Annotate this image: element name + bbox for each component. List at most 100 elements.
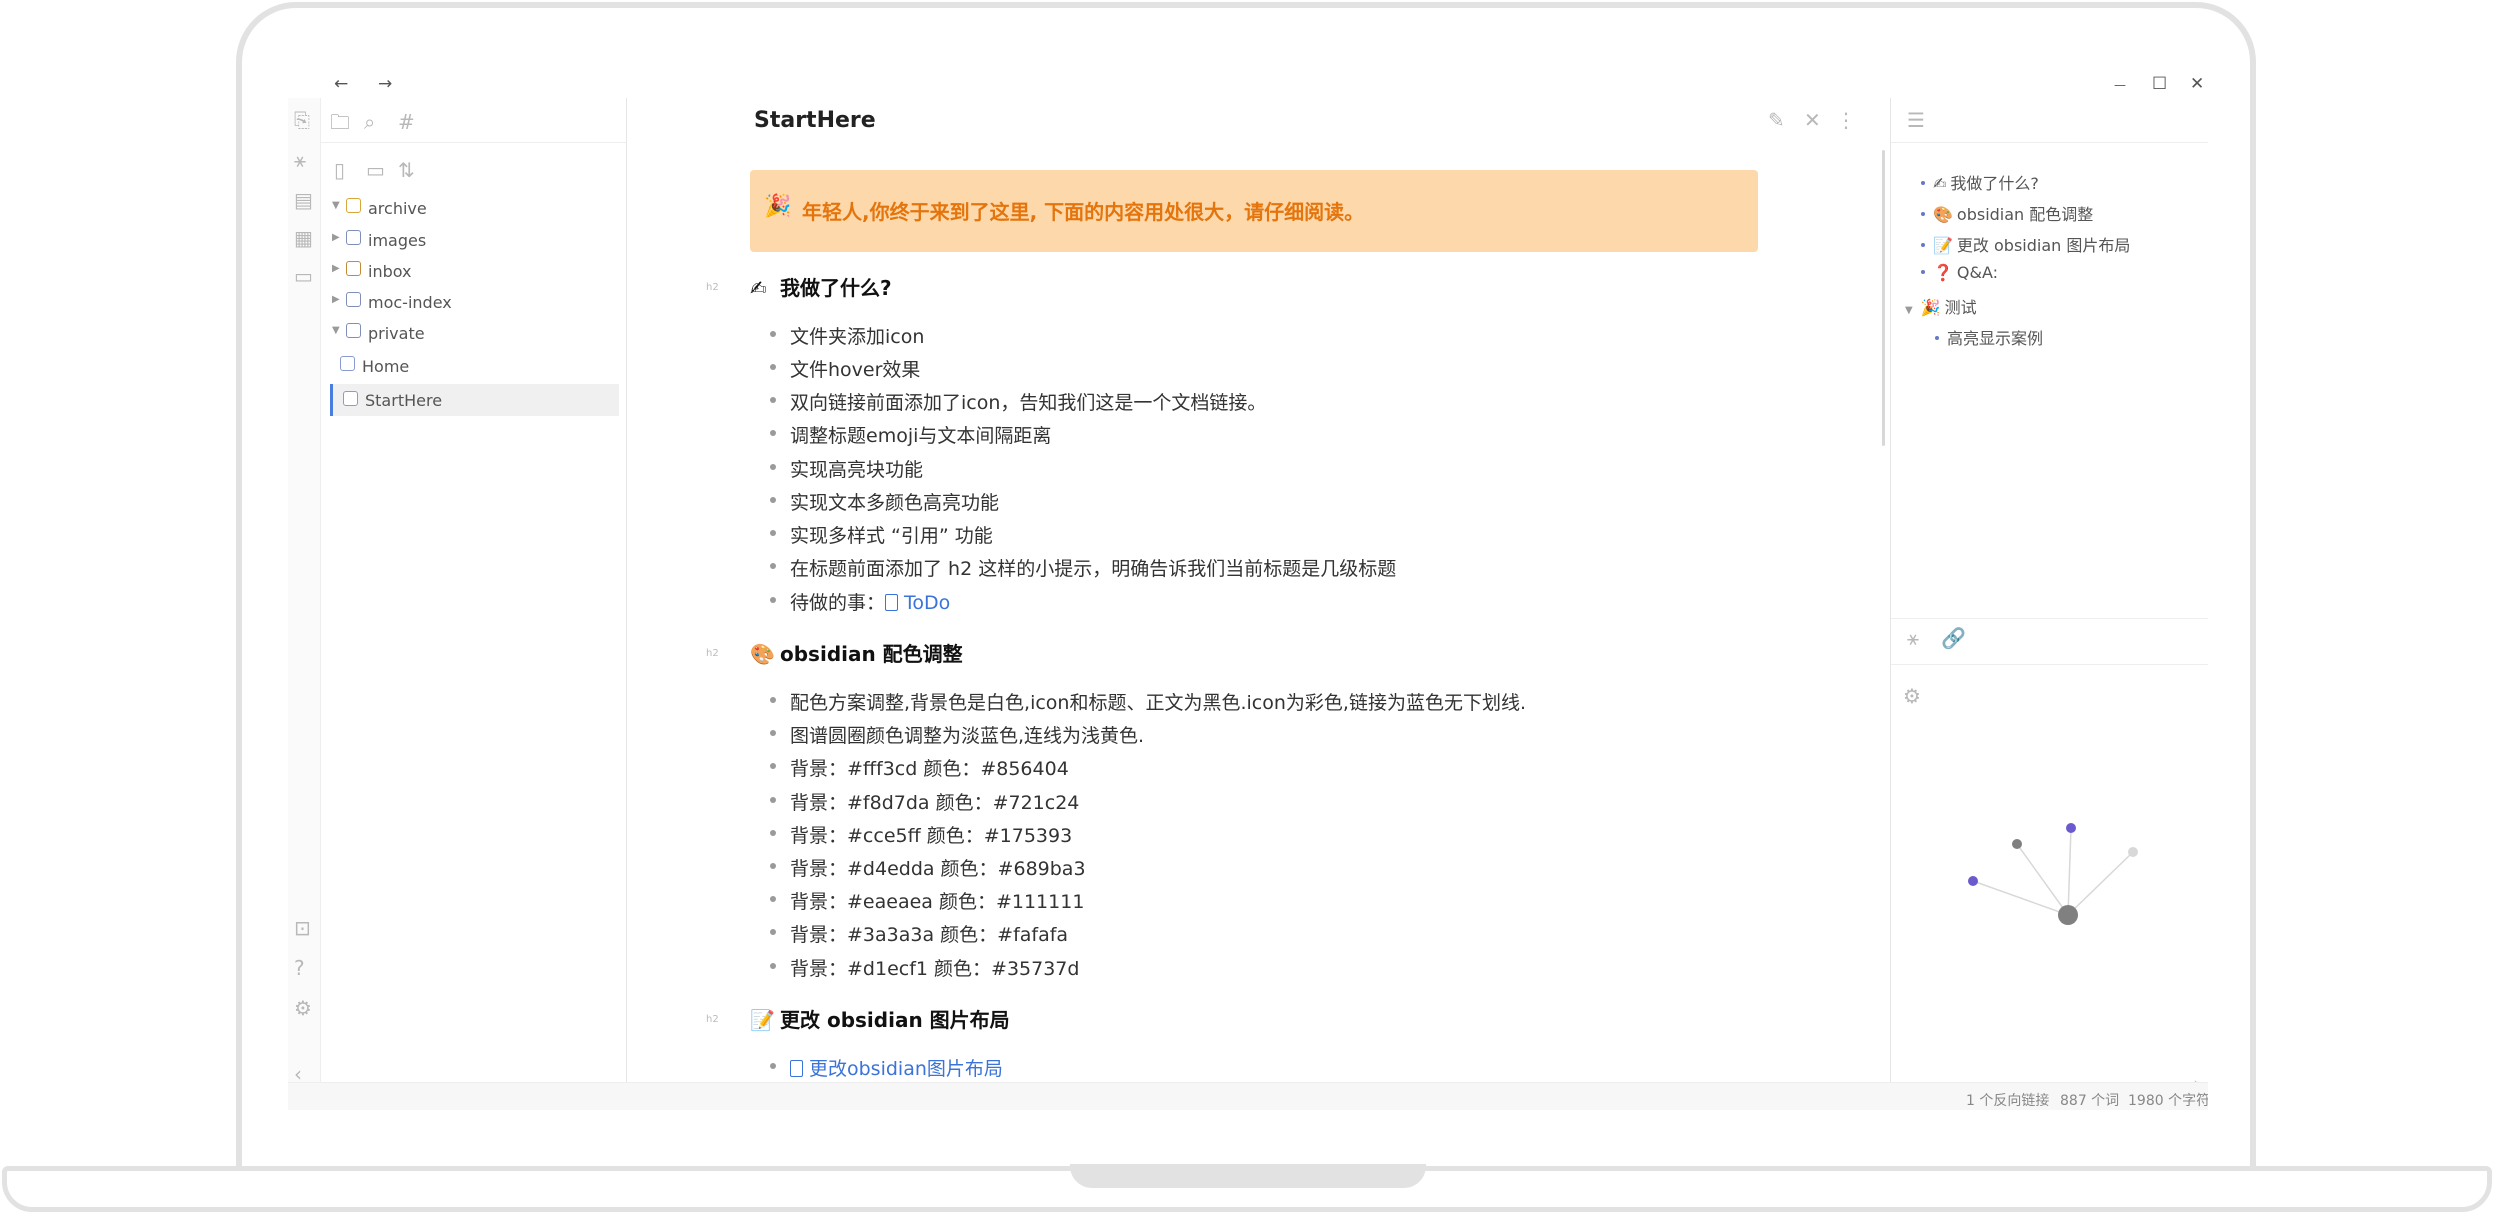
word-count: 887 个词 (2060, 1093, 2120, 1109)
outline-item[interactable]: 🎨 obsidian 配色调整 (1921, 201, 2093, 225)
link-text[interactable]: ToDo (904, 592, 950, 614)
note-icon (340, 356, 355, 371)
close-window-button[interactable]: ✕ (2190, 74, 2204, 94)
folder-icon[interactable]: 🗀 (330, 112, 350, 132)
settings-gear-icon[interactable]: ⚙ (294, 998, 312, 1018)
list-text: 文件hover效果 (790, 359, 921, 381)
graph-edge (2016, 843, 2069, 916)
writing-hand-icon: ✍ (1933, 174, 1947, 193)
folder-icon (346, 198, 361, 213)
open-quick-switcher-icon[interactable]: ⎘ (294, 110, 310, 130)
graph-node[interactable] (2128, 847, 2138, 857)
writing-hand-icon: ✍ (750, 276, 767, 300)
file-starthere-active[interactable]: StartHere (330, 384, 619, 416)
new-folder-icon[interactable]: ▭ (366, 160, 385, 180)
bullet-icon (770, 530, 776, 536)
outline-item[interactable]: 高亮显示案例 (1935, 325, 2043, 349)
list-item: 文件夹添加icon (770, 322, 924, 349)
close-tab-icon[interactable]: ✕ (1804, 110, 1821, 130)
list-item: 实现高亮块功能 (770, 455, 923, 482)
maximize-button[interactable]: ☐ (2152, 74, 2167, 94)
collapse-left-icon[interactable]: ‹ (294, 1064, 302, 1084)
pencil-folder-icon (346, 261, 361, 276)
laptop-notch (1070, 1164, 1426, 1188)
more-options-icon[interactable]: ⋮ (1836, 110, 1856, 130)
list-text: 实现多样式 “引用” 功能 (790, 525, 993, 547)
graph-node[interactable] (2066, 823, 2076, 833)
sort-icon[interactable]: ⇅ (398, 160, 415, 180)
list-item: 双向链接前面添加了icon，告知我们这是一个文档链接。 (770, 388, 1266, 415)
collapse-arrow-icon[interactable]: ▼ (332, 200, 340, 211)
vault-switch-icon[interactable]: ⊡ (294, 918, 311, 938)
outline-item[interactable]: ▼ 🎉 测试 (1905, 294, 1977, 318)
bullet-icon (770, 430, 776, 436)
list-text: 调整标题emoji与文本间隔距离 (790, 425, 1052, 447)
folder-moc-index[interactable]: ▶ moc-index (320, 288, 626, 316)
list-item: 背景：#cce5ff 颜色：#175393 (770, 821, 1073, 848)
inbox-icon[interactable]: ▭ (294, 266, 313, 286)
expand-arrow-icon[interactable]: ▶ (332, 294, 340, 305)
expand-arrow-icon[interactable]: ▶ (332, 232, 340, 243)
document-icon (790, 1060, 803, 1077)
memo-icon: 📝 (1933, 236, 1953, 255)
forward-arrow-icon[interactable]: → (378, 74, 392, 94)
expand-arrow-icon[interactable]: ▶ (332, 263, 340, 274)
graph-node[interactable] (2012, 839, 2022, 849)
help-icon[interactable]: ? (294, 958, 305, 978)
folder-inbox[interactable]: ▶ inbox (320, 257, 626, 285)
list-item: 背景：#3a3a3a 颜色：#fafafa (770, 920, 1068, 947)
graph-view-icon[interactable]: ⚹ (294, 150, 306, 170)
link-text[interactable]: 更改obsidian图片布局 (809, 1058, 1003, 1080)
list-text: 在标题前面添加了 h2 这样的小提示，明确告诉我们当前标题是几级标题 (790, 558, 1397, 580)
callout-text: 年轻人,你终于来到了这里, 下面的内容用处很大，请仔细阅读。 (802, 200, 1365, 224)
folder-images[interactable]: ▶ images (320, 226, 626, 254)
heading-text: 我做了什么? (780, 276, 892, 300)
back-arrow-icon[interactable]: ← (334, 74, 348, 94)
collapse-arrow-icon[interactable]: ▼ (332, 325, 340, 336)
outline-list-icon[interactable]: ☰ (1907, 110, 1925, 130)
local-graph-icon[interactable]: ⚹ (1907, 628, 1919, 648)
folder-private[interactable]: ▼ private (320, 319, 626, 347)
editor-scrollbar[interactable] (1882, 150, 1885, 446)
outline-item[interactable]: ❓ Q&A: (1921, 263, 1998, 282)
list-text: 背景：#d4edda 颜色：#689ba3 (790, 858, 1086, 880)
graph-settings-gear-icon[interactable]: ⚙ (1903, 686, 1921, 706)
image-layout-link[interactable]: 更改obsidian图片布局 (790, 1058, 1003, 1080)
graph-edge (1972, 880, 2069, 916)
list-item: 实现多样式 “引用” 功能 (770, 521, 993, 548)
bullet-icon (1935, 336, 1939, 340)
list-item: 待做的事： ToDo (770, 588, 950, 615)
new-note-icon[interactable]: ▯ (334, 160, 345, 180)
graph-edge (2067, 851, 2134, 916)
outline-item[interactable]: ✍ 我做了什么? (1921, 170, 2039, 194)
bullet-icon (770, 364, 776, 370)
h2-hint: h2 (706, 282, 719, 293)
divider (1891, 664, 2208, 665)
bullet-icon (770, 397, 776, 403)
collapse-arrow-icon[interactable]: ▼ (1905, 305, 1913, 316)
palette-icon: 🎨 (750, 642, 775, 666)
tag-icon[interactable]: # (398, 112, 415, 132)
todo-link[interactable]: ToDo (885, 592, 950, 614)
heading-text: obsidian 配色调整 (780, 642, 963, 666)
edit-pencil-icon[interactable]: ✎ (1768, 110, 1785, 130)
file-home[interactable]: Home (320, 352, 626, 380)
bullet-icon (770, 563, 776, 569)
heading-image-layout: 📝 更改 obsidian 图片布局 (750, 1004, 1010, 1033)
graph-node[interactable] (1968, 876, 1978, 886)
graph-node-current[interactable] (2058, 905, 2078, 925)
file-label: StartHere (365, 391, 443, 410)
graph-edge (2067, 827, 2072, 916)
list-text: 背景：#cce5ff 颜色：#175393 (790, 825, 1073, 847)
minimize-button[interactable]: — (2114, 78, 2126, 92)
list-item: 背景：#eaeaea 颜色：#111111 (770, 887, 1084, 914)
link-icon[interactable]: 🔗 (1941, 628, 1966, 648)
slides-icon[interactable]: ▤ (294, 190, 313, 210)
outline-label: 更改 obsidian 图片布局 (1956, 236, 2131, 255)
templates-icon[interactable]: ▦ (294, 228, 313, 248)
local-graph-canvas[interactable] (1951, 788, 2191, 948)
outline-item[interactable]: 📝 更改 obsidian 图片布局 (1921, 232, 2130, 256)
folder-archive[interactable]: ▼ archive (320, 194, 626, 222)
backlinks-count[interactable]: 1 个反向链接 (1966, 1090, 2049, 1110)
search-icon[interactable]: ⌕ (364, 112, 375, 132)
